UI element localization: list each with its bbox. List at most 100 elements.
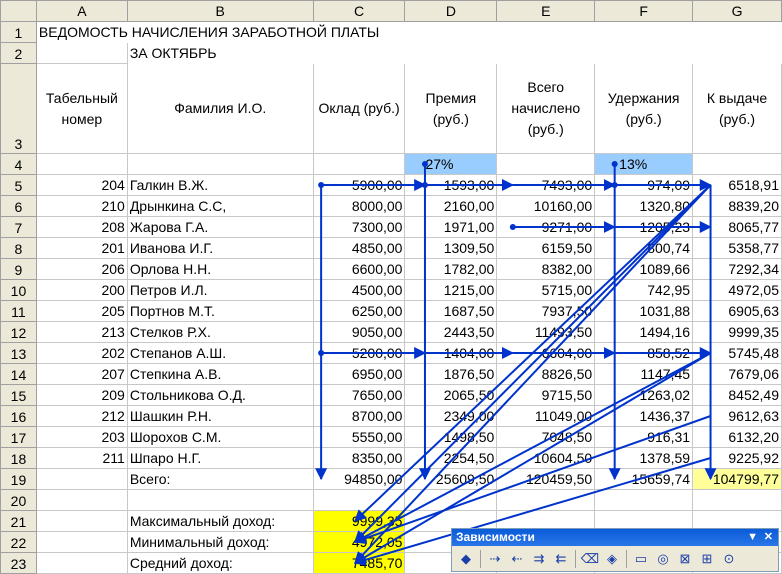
column-header-f[interactable]: F bbox=[594, 0, 694, 22]
cell-deduction[interactable]: 742,95 bbox=[594, 279, 694, 301]
cell-deduction[interactable]: 1147,45 bbox=[594, 363, 694, 385]
totals-total[interactable]: 120459,50 bbox=[496, 468, 596, 490]
cell-bonus[interactable]: 2065,50 bbox=[404, 384, 498, 406]
column-header-d[interactable]: D bbox=[404, 0, 498, 22]
cell-total[interactable]: 8382,00 bbox=[496, 258, 596, 280]
cell-a21[interactable] bbox=[35, 510, 128, 532]
cell-tab-number[interactable]: 212 bbox=[35, 405, 128, 427]
totals-salary[interactable]: 94850,00 bbox=[312, 468, 406, 490]
row-header-3[interactable]: 3 bbox=[0, 63, 37, 154]
summary-max-label[interactable]: Максимальный доход: bbox=[126, 510, 314, 532]
totals-bonus[interactable]: 25609,50 bbox=[404, 468, 498, 490]
evaluate-formula-icon[interactable]: ⊙ bbox=[719, 549, 739, 569]
row-header[interactable]: 7 bbox=[0, 216, 37, 238]
deduction-percent-cell[interactable]: 13% bbox=[594, 153, 694, 175]
cell-payout[interactable]: 9612,63 bbox=[692, 405, 782, 427]
cell-tab-number[interactable]: 207 bbox=[35, 363, 128, 385]
cell-tab-number[interactable]: 200 bbox=[35, 279, 128, 301]
header-tab-number[interactable]: Табельный номер bbox=[35, 63, 128, 154]
header-payout[interactable]: К выдаче (руб.) bbox=[692, 63, 782, 154]
cell-total[interactable]: 9271,00 bbox=[496, 216, 596, 238]
row-header[interactable]: 9 bbox=[0, 258, 37, 280]
column-header-a[interactable]: A bbox=[35, 0, 128, 22]
cell-bonus[interactable]: 2349,00 bbox=[404, 405, 498, 427]
row-header-1[interactable]: 1 bbox=[0, 21, 37, 43]
cell-payout[interactable]: 5358,77 bbox=[692, 237, 782, 259]
cell-a22[interactable] bbox=[35, 531, 128, 553]
cell-salary[interactable]: 4500,00 bbox=[312, 279, 406, 301]
cell-tab-number[interactable]: 201 bbox=[35, 237, 128, 259]
cell-a23[interactable] bbox=[35, 552, 128, 574]
cell-bonus[interactable]: 1687,50 bbox=[404, 300, 498, 322]
cell-name[interactable]: Орлова Н.Н. bbox=[126, 258, 314, 280]
cell-name[interactable]: Шашкин Р.Н. bbox=[126, 405, 314, 427]
cell-name[interactable]: Стелков Р.Х. bbox=[126, 321, 314, 343]
row-header[interactable]: 5 bbox=[0, 174, 37, 196]
cell-deduction[interactable]: 1378,59 bbox=[594, 447, 694, 469]
cell-b4[interactable] bbox=[126, 153, 314, 175]
row-header[interactable]: 17 bbox=[0, 426, 37, 448]
cell-payout[interactable]: 9225,92 bbox=[692, 447, 782, 469]
summary-min-label[interactable]: Минимальный доход: bbox=[126, 531, 314, 553]
cell-tab-number[interactable]: 205 bbox=[35, 300, 128, 322]
cell-bonus[interactable]: 1876,50 bbox=[404, 363, 498, 385]
cell-tab-number[interactable]: 203 bbox=[35, 426, 128, 448]
header-name[interactable]: Фамилия И.О. bbox=[126, 63, 314, 154]
cell-bonus[interactable]: 2443,50 bbox=[404, 321, 498, 343]
row-header-2[interactable]: 2 bbox=[0, 42, 37, 64]
cell-salary[interactable]: 6950,00 bbox=[312, 363, 406, 385]
row-header[interactable]: 8 bbox=[0, 237, 37, 259]
circle-invalid-icon[interactable]: ◎ bbox=[653, 549, 673, 569]
cell-bonus[interactable]: 2254,50 bbox=[404, 447, 498, 469]
cell-payout[interactable]: 7292,34 bbox=[692, 258, 782, 280]
cell-total[interactable]: 7493,00 bbox=[496, 174, 596, 196]
cell-salary[interactable]: 8000,00 bbox=[312, 195, 406, 217]
cell-tab-number[interactable]: 209 bbox=[35, 384, 128, 406]
cell-deduction[interactable]: 974,09 bbox=[594, 174, 694, 196]
cell-bonus[interactable]: 1498,50 bbox=[404, 426, 498, 448]
cell-total[interactable]: 8826,50 bbox=[496, 363, 596, 385]
cell-total[interactable]: 11049,00 bbox=[496, 405, 596, 427]
cell-d20[interactable] bbox=[404, 489, 498, 511]
column-header-c[interactable]: C bbox=[312, 0, 406, 22]
cell-bonus[interactable]: 1593,00 bbox=[404, 174, 498, 196]
row-header-22[interactable]: 22 bbox=[0, 531, 37, 553]
cell-payout[interactable]: 8452,49 bbox=[692, 384, 782, 406]
cell-salary[interactable]: 7300,00 bbox=[312, 216, 406, 238]
cell-total[interactable]: 10604,50 bbox=[496, 447, 596, 469]
cell-name[interactable]: Петров И.Л. bbox=[126, 279, 314, 301]
cell-tab-number[interactable]: 208 bbox=[35, 216, 128, 238]
cell-salary[interactable]: 5200,00 bbox=[312, 342, 406, 364]
trace-precedents-icon[interactable]: ⇢ bbox=[485, 549, 505, 569]
cell-deduction[interactable]: 1031,88 bbox=[594, 300, 694, 322]
cell-salary[interactable]: 5900,00 bbox=[312, 174, 406, 196]
cell-name[interactable]: Дрынкина С.С, bbox=[126, 195, 314, 217]
cell-a19[interactable] bbox=[35, 468, 128, 490]
cell-bonus[interactable]: 1971,00 bbox=[404, 216, 498, 238]
cell-tab-number[interactable]: 204 bbox=[35, 174, 128, 196]
cell-salary[interactable]: 8700,00 bbox=[312, 405, 406, 427]
cell-name[interactable]: Галкин В.Ж. bbox=[126, 174, 314, 196]
new-comment-icon[interactable]: ▭ bbox=[631, 549, 651, 569]
cell-bonus[interactable]: 1404,00 bbox=[404, 342, 498, 364]
toolbar-titlebar[interactable]: Зависимости ▼ ✕ bbox=[452, 529, 778, 546]
cell-name[interactable]: Портнов М.Т. bbox=[126, 300, 314, 322]
cell-salary[interactable]: 9050,00 bbox=[312, 321, 406, 343]
cell-tab-number[interactable]: 210 bbox=[35, 195, 128, 217]
trace-dependents-icon[interactable]: ⇉ bbox=[529, 549, 549, 569]
cell-tab-number[interactable]: 211 bbox=[35, 447, 128, 469]
row-header-20[interactable]: 20 bbox=[0, 489, 37, 511]
cell-tab-number[interactable]: 213 bbox=[35, 321, 128, 343]
cell-total[interactable]: 9715,50 bbox=[496, 384, 596, 406]
cell-deduction[interactable]: 1436,37 bbox=[594, 405, 694, 427]
cell-total[interactable]: 5715,00 bbox=[496, 279, 596, 301]
cell-a2[interactable] bbox=[35, 42, 128, 64]
cell-salary[interactable]: 6250,00 bbox=[312, 300, 406, 322]
cell-g4[interactable] bbox=[692, 153, 782, 175]
column-header-g[interactable]: G bbox=[692, 0, 782, 22]
cell-payout[interactable]: 7679,06 bbox=[692, 363, 782, 385]
remove-dependents-icon[interactable]: ⇇ bbox=[551, 549, 571, 569]
cell-a20[interactable] bbox=[35, 489, 128, 511]
cell-total[interactable]: 6604,00 bbox=[496, 342, 596, 364]
cell-c20[interactable] bbox=[312, 489, 406, 511]
